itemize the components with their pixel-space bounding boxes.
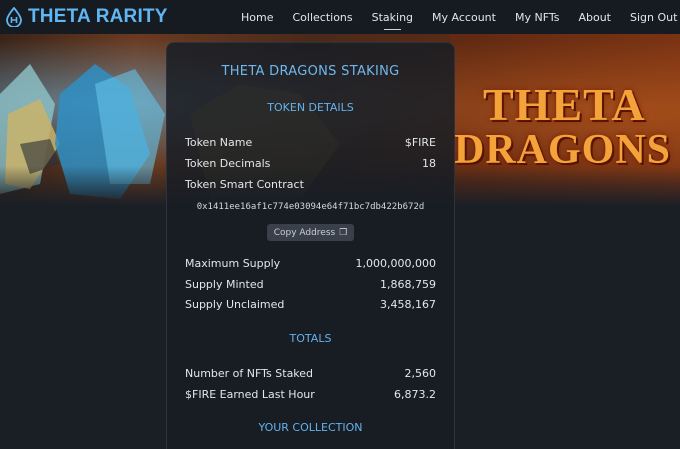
supply-minted-row: Supply Minted 1,868,759	[185, 278, 436, 291]
main-nav: Home Collections Staking My Account My N…	[241, 0, 680, 34]
nav-my-nfts[interactable]: My NFTs	[515, 11, 560, 24]
totals-heading: TOTALS	[289, 332, 332, 345]
nfts-staked-label: Number of NFTs Staked	[185, 367, 314, 380]
max-supply-label: Maximum Supply	[185, 257, 281, 270]
fire-earned-label: $FIRE Earned Last Hour	[185, 388, 315, 401]
token-details-heading: TOKEN DETAILS	[267, 101, 354, 114]
token-name-value: $FIRE	[404, 136, 436, 149]
contract-address: 0x1411ee16af1c774e03094e64f71bc7db422b67…	[196, 202, 425, 212]
nfts-staked-value: 2,560	[404, 367, 437, 380]
banner-title-theta: THETA	[483, 79, 646, 130]
contract-label: Token Smart Contract	[185, 178, 304, 191]
your-collection-heading: YOUR COLLECTION	[258, 421, 363, 434]
nav-my-account[interactable]: My Account	[432, 11, 496, 24]
token-decimals-value: 18	[422, 157, 436, 170]
nav-home[interactable]: Home	[241, 11, 273, 24]
supply-unclaimed-row: Supply Unclaimed 3,458,167	[185, 298, 436, 311]
supply-minted-label: Supply Minted	[185, 278, 264, 291]
nav-staking[interactable]: Staking	[372, 11, 413, 30]
max-supply-row: Maximum Supply 1,000,000,000	[185, 257, 436, 270]
nfts-staked-row: Number of NFTs Staked 2,560	[185, 367, 436, 380]
nav-about[interactable]: About	[578, 11, 611, 24]
top-navbar: THETA RARITY Home Collections Staking My…	[0, 0, 680, 34]
contract-row: Token Smart Contract	[185, 178, 436, 191]
token-decimals-row: Token Decimals 18	[185, 157, 436, 170]
max-supply-value: 1,000,000,000	[355, 257, 436, 270]
brand-logo[interactable]: THETA RARITY	[4, 6, 168, 28]
supply-unclaimed-value: 3,458,167	[380, 298, 436, 311]
nav-collections[interactable]: Collections	[292, 11, 352, 24]
page-title: THETA DRAGONS STAKING	[221, 64, 400, 79]
supply-unclaimed-label: Supply Unclaimed	[185, 298, 285, 311]
token-decimals-label: Token Decimals	[185, 157, 271, 170]
brand-name: THETA RARITY	[28, 6, 168, 27]
nav-sign-out[interactable]: Sign Out	[630, 11, 677, 24]
staking-card: THETA DRAGONS STAKING TOKEN DETAILS Toke…	[166, 42, 455, 449]
copy-icon: ❐	[339, 227, 348, 238]
copy-address-label: Copy Address	[273, 227, 336, 238]
theta-drop-icon	[6, 7, 22, 27]
token-name-row: Token Name $FIRE	[185, 136, 436, 149]
copy-address-button[interactable]: Copy Address ❐	[267, 224, 354, 241]
supply-minted-value: 1,868,759	[380, 278, 436, 291]
token-name-label: Token Name	[185, 136, 253, 149]
fire-earned-value: 6,873.2	[394, 388, 436, 401]
fire-earned-row: $FIRE Earned Last Hour 6,873.2	[185, 388, 436, 401]
